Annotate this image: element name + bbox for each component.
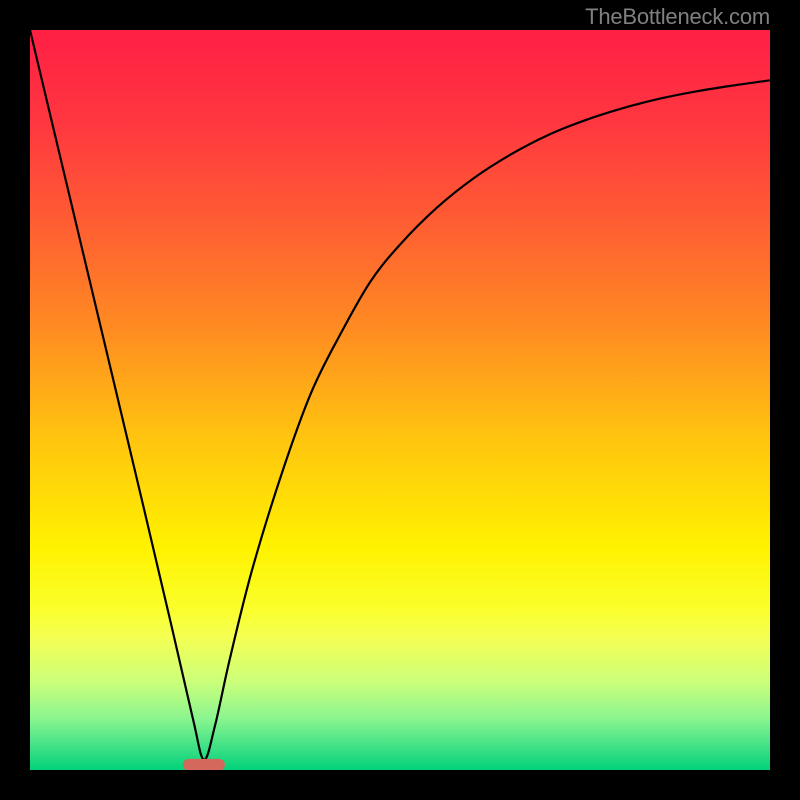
optimum-marker: [183, 759, 225, 770]
heat-gradient-background: [30, 30, 770, 770]
watermark-text: TheBottleneck.com: [585, 4, 770, 30]
bottleneck-curve-chart: [30, 30, 770, 770]
chart-frame: TheBottleneck.com: [0, 0, 800, 800]
plot-area: [30, 30, 770, 770]
